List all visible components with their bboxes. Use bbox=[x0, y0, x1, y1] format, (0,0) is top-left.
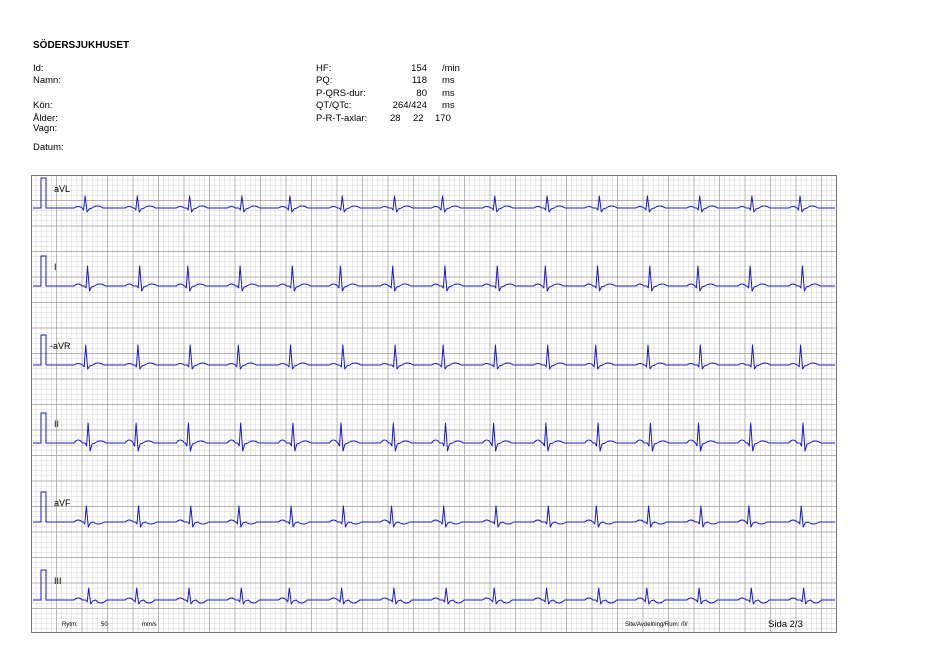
lead-label: II bbox=[54, 419, 59, 429]
hr-label: HF: bbox=[316, 63, 332, 74]
pqrs-unit: ms bbox=[442, 88, 455, 99]
ward-label: Vagn: bbox=[33, 123, 58, 134]
sex-label: Kön: bbox=[33, 100, 53, 111]
date-label: Datum: bbox=[33, 142, 64, 153]
id-label: Id: bbox=[33, 63, 44, 74]
lead-label: I bbox=[54, 262, 57, 272]
hr-value: 154 bbox=[411, 63, 427, 74]
axis-r-value: 22 bbox=[413, 113, 424, 124]
ecg-grid-minor bbox=[31, 175, 837, 633]
pqrs-value: 80 bbox=[416, 88, 427, 99]
qt-unit: ms bbox=[442, 100, 455, 111]
hr-unit: /min bbox=[442, 63, 460, 74]
paper-speed-value: 50 bbox=[101, 622, 108, 628]
paper-speed-unit: mm/s bbox=[142, 622, 157, 628]
axis-p-value: 28 bbox=[390, 113, 401, 124]
pqrs-label: P-QRS-dur: bbox=[316, 88, 366, 99]
name-label: Namn: bbox=[33, 75, 61, 86]
site-label: Site/Avdelning/Rum: /0/ bbox=[625, 622, 688, 628]
ecg-lead-labels: aVL I -aVR II aVF III bbox=[50, 184, 71, 586]
lead-label: aVL bbox=[54, 184, 70, 194]
hospital-name: SÖDERSJUKHUSET bbox=[33, 40, 130, 51]
qt-value: 264/424 bbox=[392, 100, 427, 111]
pq-unit: ms bbox=[442, 75, 455, 86]
ecg-strip: aVL I -aVR II aVF III bbox=[31, 175, 837, 633]
grid-minor-lines bbox=[31, 175, 837, 633]
axis-t-value: 170 bbox=[435, 113, 451, 124]
lead-label: -aVR bbox=[50, 341, 71, 351]
pq-value: 118 bbox=[411, 75, 427, 86]
axes-label: P-R-T-axlar: bbox=[316, 113, 368, 124]
lead-label: aVF bbox=[54, 498, 71, 508]
rhythm-label: Rytm: bbox=[62, 622, 78, 628]
pq-label: PQ: bbox=[316, 75, 333, 86]
qt-label: QT/QTc: bbox=[316, 100, 352, 111]
page-number: Sida 2/3 bbox=[768, 619, 803, 630]
lead-label: III bbox=[54, 576, 62, 586]
